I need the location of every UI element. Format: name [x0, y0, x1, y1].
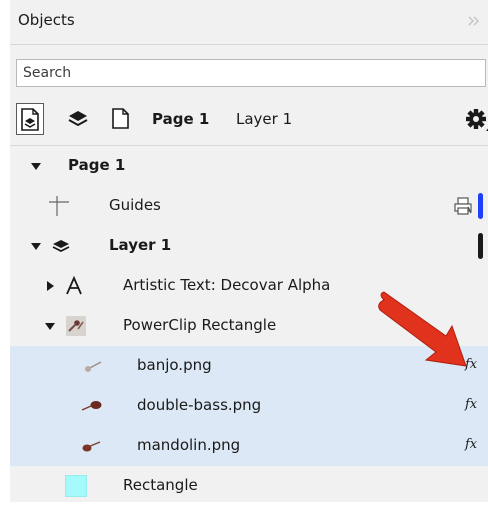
mandolin-thumbnail-icon	[82, 441, 101, 452]
layers-button[interactable]	[64, 103, 92, 135]
artistic-text-label: Artistic Text: Decovar Alpha	[123, 276, 331, 294]
layers-icon	[68, 111, 88, 127]
current-page-label[interactable]: Page 1	[152, 110, 209, 128]
layers-icon	[52, 240, 70, 253]
layer-color-bar	[478, 233, 483, 259]
page-button[interactable]	[106, 103, 134, 135]
expand-triangle-icon[interactable]	[44, 320, 56, 332]
mandolin-label: mandolin.png	[137, 436, 241, 454]
objects-panel: Objects P	[10, 0, 488, 502]
guides-label: Guides	[109, 196, 161, 214]
text-icon	[66, 275, 82, 295]
powerclip-label: PowerClip Rectangle	[123, 316, 277, 334]
layer-color-bar	[478, 193, 483, 219]
expand-triangle-icon[interactable]	[30, 160, 42, 172]
current-layer-label[interactable]: Layer 1	[236, 110, 292, 128]
banjo-thumbnail-icon	[85, 361, 102, 372]
tree-row-layer[interactable]: Layer 1	[10, 226, 488, 266]
options-button[interactable]	[462, 104, 488, 136]
page-icon	[112, 108, 129, 129]
banjo-label: banjo.png	[137, 356, 212, 374]
show-object-properties-button[interactable]	[16, 103, 44, 135]
callout-arrow	[378, 291, 467, 367]
double-bass-label: double-bass.png	[137, 396, 262, 414]
rectangle-color-swatch	[65, 475, 87, 497]
rectangle-label: Rectangle	[123, 476, 198, 494]
panel-title: Objects	[18, 11, 75, 29]
tree-row-guides[interactable]: Guides	[10, 186, 488, 226]
double-bass-thumbnail-icon	[81, 401, 102, 411]
tree-row-page[interactable]: Page 1	[10, 146, 488, 186]
guides-icon	[49, 196, 69, 216]
effects-fx-icon[interactable]: fx	[465, 437, 477, 452]
gear-icon	[466, 109, 488, 131]
show-object-properties-icon	[21, 108, 39, 131]
effects-fx-icon[interactable]: fx	[465, 397, 477, 412]
tree-row-mandolin[interactable]: mandolin.png fx	[10, 426, 488, 466]
search-box	[16, 59, 486, 87]
printer-icon[interactable]	[453, 196, 473, 216]
tree-row-rectangle[interactable]: Rectangle	[10, 466, 488, 506]
layer-label: Layer 1	[109, 236, 172, 254]
page-label: Page 1	[68, 156, 126, 174]
tree-row-double-bass[interactable]: double-bass.png fx	[10, 386, 488, 426]
double-chevron-right-icon[interactable]	[466, 14, 482, 28]
panel-title-bar: Objects	[10, 0, 488, 45]
search-input[interactable]	[17, 60, 485, 86]
powerclip-thumbnail-icon	[66, 316, 86, 336]
objects-toolbar: Page 1 Layer 1	[10, 100, 488, 140]
expand-triangle-icon[interactable]	[30, 240, 42, 252]
collapsed-triangle-icon[interactable]	[44, 280, 56, 292]
